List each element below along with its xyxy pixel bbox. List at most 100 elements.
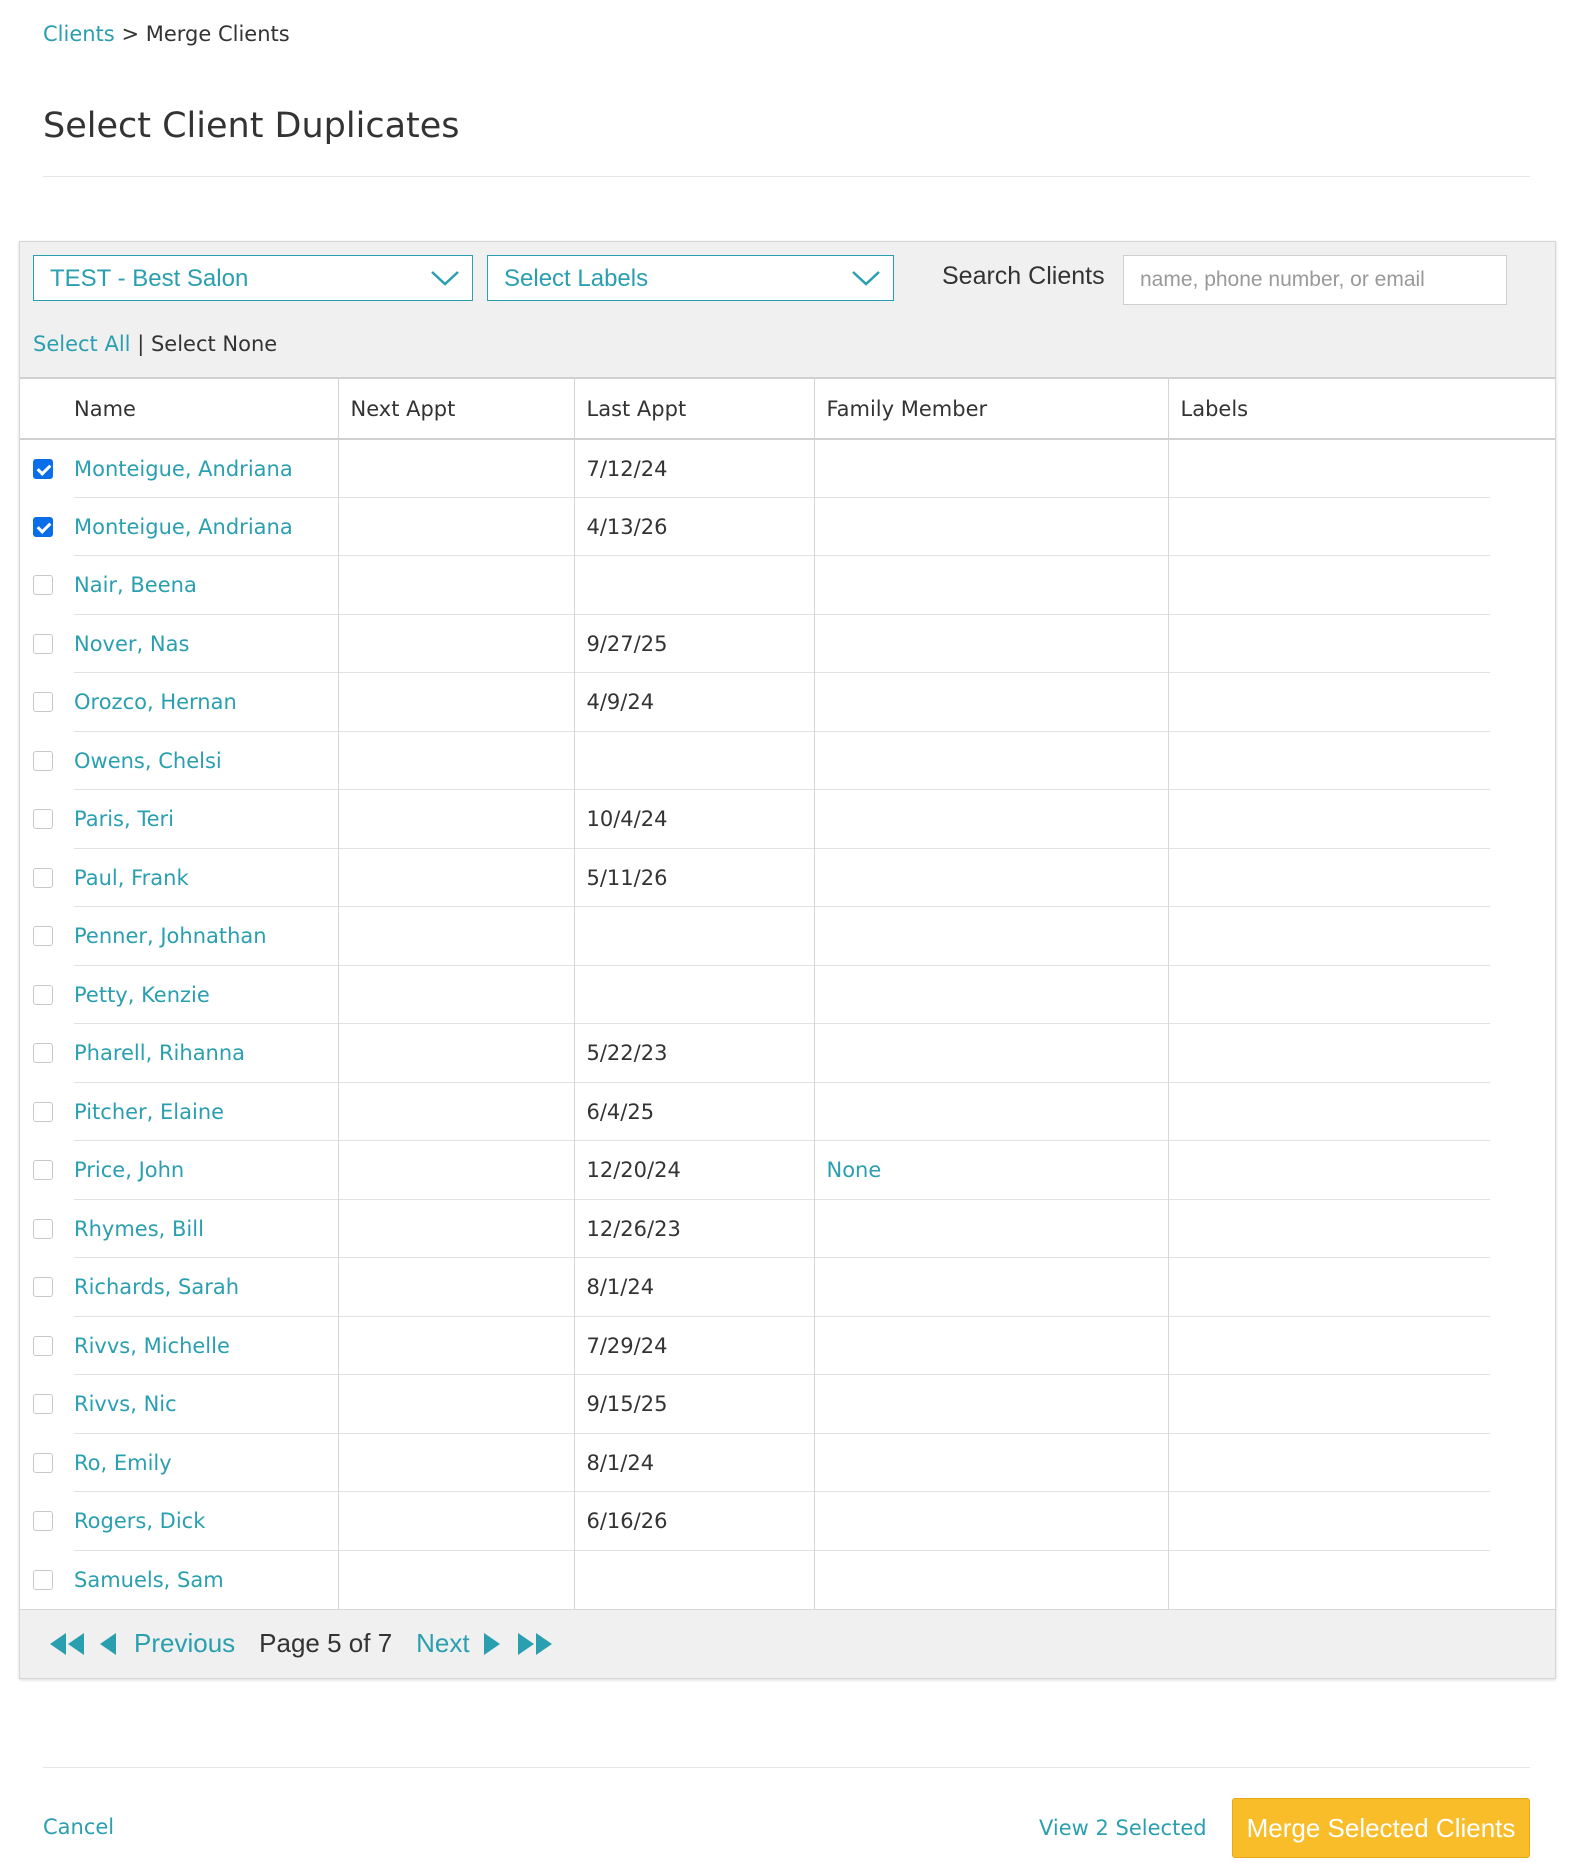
- table-row: Paris, Teri 10/4/24: [20, 790, 1555, 849]
- cell-last-appt: [574, 1550, 815, 1609]
- row-checkbox[interactable]: [33, 926, 53, 946]
- client-name-link[interactable]: Rhymes, Bill: [74, 1217, 204, 1241]
- merge-selected-clients-button[interactable]: Merge Selected Clients: [1232, 1798, 1530, 1858]
- client-name-link[interactable]: Richards, Sarah: [74, 1275, 239, 1299]
- cell-family-member: [814, 1199, 1169, 1258]
- view-selected-link[interactable]: View 2 Selected: [1039, 1816, 1207, 1840]
- cancel-link[interactable]: Cancel: [43, 1815, 114, 1839]
- row-checkbox[interactable]: [33, 1101, 53, 1122]
- table-row: Monteigue, Andriana 4/13/26: [20, 497, 1555, 556]
- client-name-link[interactable]: Penner, Johnathan: [74, 924, 267, 948]
- client-name-link[interactable]: Nover, Nas: [74, 632, 189, 656]
- first-page-icon[interactable]: [48, 1631, 88, 1657]
- cell-next-appt: [338, 556, 575, 615]
- row-checkbox[interactable]: [33, 1043, 53, 1063]
- table-row: Monteigue, Andriana 7/12/24: [20, 439, 1555, 498]
- last-appt-value: 12/20/24: [586, 1158, 681, 1183]
- row-checkbox[interactable]: [33, 867, 53, 888]
- client-name-link[interactable]: Monteigue, Andriana: [74, 515, 293, 539]
- table-row: Rivvs, Nic 9/15/25: [20, 1375, 1555, 1434]
- cell-labels: [1168, 615, 1555, 673]
- cell-last-appt: 6/4/25: [574, 1082, 815, 1141]
- salon-select[interactable]: TEST - Best Salon: [33, 255, 473, 301]
- client-name-link[interactable]: Pharell, Rihanna: [74, 1041, 245, 1065]
- cell-family-member: [814, 1550, 1169, 1609]
- row-checkbox[interactable]: [33, 692, 53, 712]
- column-header-name[interactable]: Name: [20, 379, 339, 440]
- cell-last-appt: [574, 965, 815, 1024]
- select-all-link[interactable]: Select All: [33, 332, 131, 356]
- table-row: Nover, Nas 9/27/25: [20, 614, 1555, 673]
- row-checkbox[interactable]: [33, 1394, 53, 1414]
- select-none-link[interactable]: Select None: [151, 332, 277, 356]
- last-page-icon[interactable]: [516, 1631, 556, 1657]
- previous-page-icon[interactable]: [96, 1631, 130, 1657]
- column-header-last-appt[interactable]: Last Appt: [574, 379, 815, 440]
- client-name-link[interactable]: Paris, Teri: [74, 807, 174, 831]
- cell-name: Owens, Chelsi: [20, 731, 339, 790]
- row-checkbox[interactable]: [33, 1569, 53, 1590]
- last-appt-value: 6/16/26: [586, 1509, 668, 1534]
- client-name-link[interactable]: Orozco, Hernan: [74, 690, 237, 714]
- cell-labels: [1168, 673, 1555, 732]
- row-checkbox[interactable]: [33, 575, 53, 595]
- client-name-link[interactable]: Paul, Frank: [74, 866, 189, 890]
- cell-next-appt: [338, 907, 575, 966]
- cell-labels: [1168, 732, 1555, 790]
- search-input[interactable]: [1123, 255, 1507, 305]
- cell-family-member: [814, 1316, 1169, 1375]
- table-row: Price, John 12/20/24 None: [20, 1141, 1555, 1200]
- next-page-icon[interactable]: [478, 1631, 512, 1657]
- cell-family-member: [814, 556, 1169, 615]
- client-name-link[interactable]: Price, John: [74, 1158, 184, 1182]
- column-header-family-member[interactable]: Family Member: [814, 379, 1169, 440]
- row-checkbox[interactable]: [33, 1277, 53, 1297]
- page-info: Page 5 of 7: [259, 1628, 393, 1658]
- row-checkbox[interactable]: [33, 984, 53, 1005]
- client-name-link[interactable]: Nair, Beena: [74, 573, 197, 597]
- cell-family-member: [814, 1024, 1169, 1083]
- row-checkbox[interactable]: [33, 1218, 53, 1239]
- table-header: Name Next Appt Last Appt Family Member L…: [20, 379, 1555, 440]
- client-name-link[interactable]: Petty, Kenzie: [74, 983, 210, 1007]
- family-member-link[interactable]: None: [827, 1158, 882, 1182]
- cell-labels: [1168, 1317, 1555, 1375]
- client-name-link[interactable]: Pitcher, Elaine: [74, 1100, 224, 1124]
- row-checkbox[interactable]: [33, 809, 53, 829]
- row-checkbox[interactable]: [33, 1511, 53, 1531]
- breadcrumb-clients-link[interactable]: Clients: [43, 22, 115, 46]
- cell-labels: [1168, 907, 1555, 966]
- client-name-link[interactable]: Monteigue, Andriana: [74, 457, 293, 481]
- labels-select[interactable]: Select Labels: [487, 255, 894, 301]
- previous-page-link[interactable]: Previous: [134, 1628, 235, 1659]
- cell-last-appt: 10/4/24: [574, 790, 815, 849]
- cell-family-member: [814, 731, 1169, 790]
- column-header-next-appt[interactable]: Next Appt: [338, 379, 575, 440]
- next-page-link[interactable]: Next: [416, 1628, 469, 1659]
- row-checkbox[interactable]: [33, 516, 53, 537]
- row-checkbox[interactable]: [33, 750, 53, 771]
- client-name-link[interactable]: Rogers, Dick: [74, 1509, 205, 1533]
- row-checkbox[interactable]: [33, 1452, 53, 1473]
- column-header-labels[interactable]: Labels: [1168, 379, 1555, 440]
- client-name-link[interactable]: Samuels, Sam: [74, 1568, 224, 1592]
- cell-family-member: None: [814, 1141, 1169, 1200]
- row-checkbox[interactable]: [33, 459, 53, 479]
- client-name-link[interactable]: Owens, Chelsi: [74, 749, 222, 773]
- row-checkbox[interactable]: [33, 1160, 53, 1180]
- cell-last-appt: 7/29/24: [574, 1316, 815, 1375]
- cell-name: Monteigue, Andriana: [20, 439, 339, 498]
- cell-labels: [1168, 1551, 1555, 1610]
- row-checkbox[interactable]: [33, 633, 53, 654]
- client-name-link[interactable]: Ro, Emily: [74, 1451, 172, 1475]
- cell-next-appt: [338, 1492, 575, 1551]
- cell-labels: [1168, 966, 1555, 1024]
- row-checkbox[interactable]: [33, 1335, 53, 1356]
- client-name-link[interactable]: Rivvs, Nic: [74, 1392, 177, 1416]
- cell-last-appt: [574, 556, 815, 615]
- client-name-link[interactable]: Rivvs, Michelle: [74, 1334, 230, 1358]
- cell-next-appt: [338, 1258, 575, 1317]
- cell-next-appt: [338, 439, 575, 498]
- cell-name: Monteigue, Andriana: [20, 497, 339, 556]
- table-row: Nair, Beena: [20, 556, 1555, 615]
